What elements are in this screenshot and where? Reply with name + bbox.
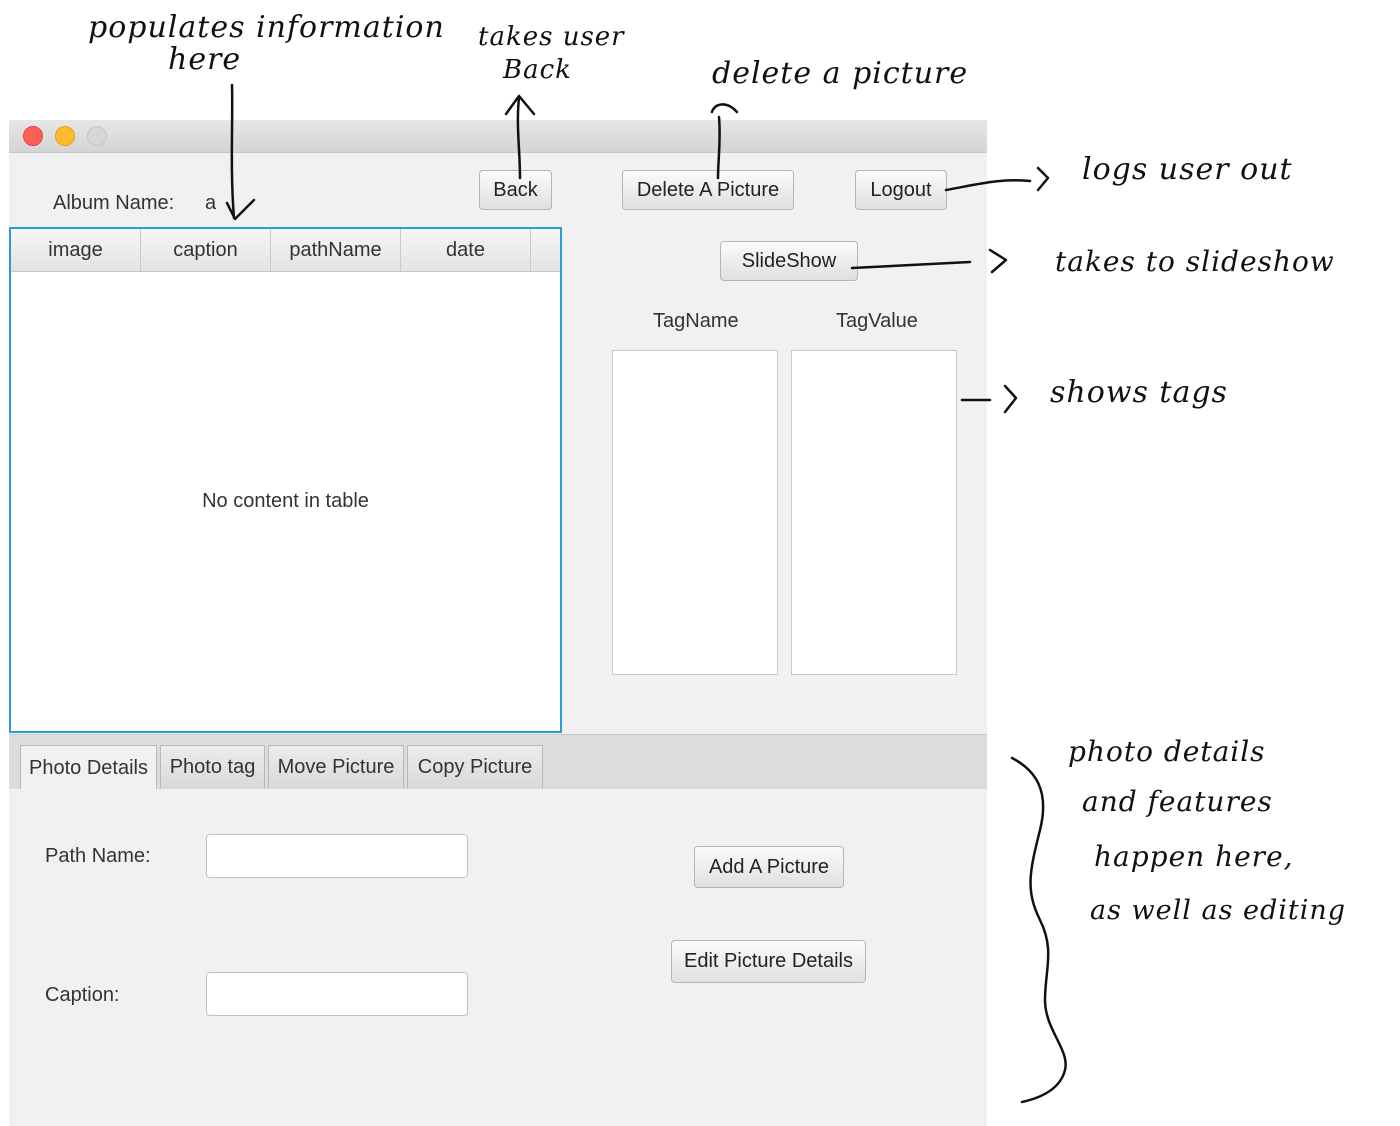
annotation-back-line2: Back <box>503 55 572 85</box>
path-name-input[interactable] <box>206 834 468 878</box>
annotation-logout: logs user out <box>1082 152 1293 187</box>
annotation-arrowhead-logout <box>1036 166 1050 192</box>
tab-copy-picture[interactable]: Copy Picture <box>407 745 543 789</box>
zoom-window-icon[interactable] <box>87 126 107 146</box>
annotation-populates-line1: populates information <box>88 10 445 45</box>
edit-picture-details-button[interactable]: Edit Picture Details <box>671 940 866 983</box>
minimize-window-icon[interactable] <box>55 126 75 146</box>
column-header-filler <box>531 229 560 271</box>
annotation-brace-details <box>1010 756 1067 1104</box>
slideshow-button[interactable]: SlideShow <box>720 241 858 281</box>
annotation-tags: shows tags <box>1050 375 1228 410</box>
annotation-slideshow: takes to slideshow <box>1055 245 1335 278</box>
annotation-details-line4: as well as editing <box>1090 895 1347 926</box>
caption-label: Caption: <box>45 984 120 1006</box>
annotation-back-line1: takes user <box>478 22 625 52</box>
app-window: Album Name: a Back Delete A Picture Logo… <box>9 120 987 1126</box>
column-header-date[interactable]: date <box>401 229 531 271</box>
caption-input[interactable] <box>206 972 468 1016</box>
table-empty-placeholder: No content in table <box>202 489 369 512</box>
annotation-arrowhead-delete <box>710 103 739 114</box>
tag-value-list[interactable] <box>791 350 957 675</box>
annotation-delete: delete a picture <box>712 56 969 91</box>
annotation-details-line3: happen here, <box>1094 840 1294 873</box>
tab-bar: Photo Details Photo tag Move Picture Cop… <box>9 734 987 790</box>
tab-photo-tag[interactable]: Photo tag <box>160 745 265 789</box>
annotation-arrowhead-tags <box>1003 384 1018 414</box>
annotation-details-line2: and features <box>1082 785 1273 818</box>
annotation-details-line1: photo details <box>1068 735 1266 768</box>
annotation-arrowhead-back <box>504 94 536 116</box>
photo-table[interactable]: image caption pathName date No content i… <box>9 227 562 733</box>
path-name-label: Path Name: <box>45 845 151 867</box>
annotation-populates-line2: here <box>168 42 242 77</box>
close-window-icon[interactable] <box>23 126 43 146</box>
title-bar <box>9 120 987 153</box>
tab-move-picture[interactable]: Move Picture <box>268 745 404 789</box>
delete-picture-button[interactable]: Delete A Picture <box>622 170 794 210</box>
table-header: image caption pathName date <box>11 229 560 272</box>
add-picture-button[interactable]: Add A Picture <box>694 846 844 888</box>
photo-details-panel: Path Name: Caption: Add A Picture Edit P… <box>9 789 987 1126</box>
annotation-arrowhead-slideshow <box>988 248 1008 274</box>
tag-name-header: TagName <box>653 310 739 332</box>
column-header-image[interactable]: image <box>11 229 141 271</box>
column-header-caption[interactable]: caption <box>141 229 271 271</box>
tag-value-header: TagValue <box>836 310 918 332</box>
back-button[interactable]: Back <box>479 170 552 210</box>
column-header-pathname[interactable]: pathName <box>271 229 401 271</box>
tab-photo-details[interactable]: Photo Details <box>20 745 157 790</box>
album-name-label: Album Name: <box>53 192 175 214</box>
album-name-value: a <box>205 192 217 214</box>
tag-name-list[interactable] <box>612 350 778 675</box>
logout-button[interactable]: Logout <box>855 170 947 210</box>
